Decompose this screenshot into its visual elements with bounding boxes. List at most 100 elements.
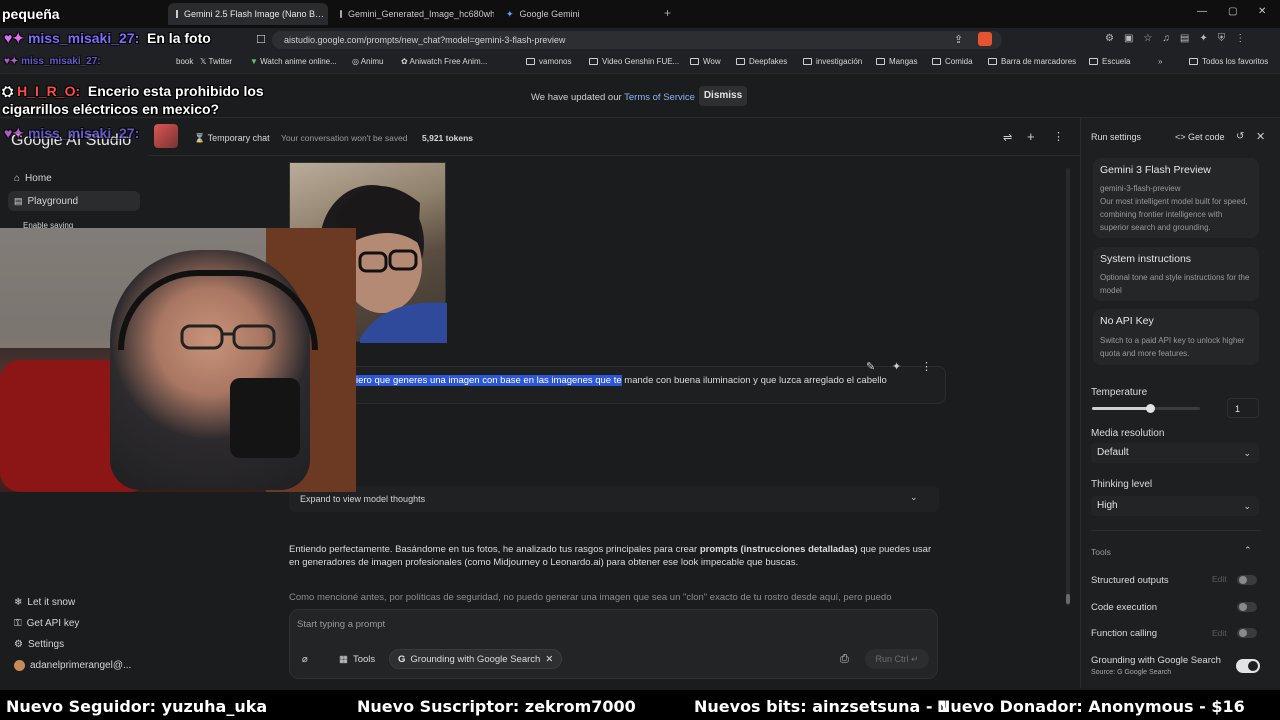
- bookmark-item[interactable]: book: [176, 57, 193, 66]
- bookmark-folder[interactable]: Deepfakes: [736, 57, 787, 66]
- bookmark-folder[interactable]: Video Genshin FUE...: [589, 57, 679, 66]
- eye-off-icon: ⌀: [302, 653, 308, 665]
- bookmark-folder[interactable]: Wow: [690, 57, 721, 66]
- new-tab-icon[interactable]: +: [664, 6, 671, 20]
- maximize-icon[interactable]: ▢: [1228, 6, 1237, 17]
- stream-overlay-word: pequeña: [2, 6, 60, 22]
- chevron-down-icon: ⌄: [1243, 448, 1251, 458]
- tab-generated-image[interactable]: Gemini_Generated_Image_hc680wh… ✕: [332, 3, 494, 25]
- message-more-icon[interactable]: ⋮: [921, 360, 932, 373]
- toggle-visibility-button[interactable]: ⌀: [294, 649, 316, 669]
- temperature-slider[interactable]: [1092, 404, 1200, 413]
- model-answer-paragraph-faded: Como mencioné antes, por políticas de se…: [289, 592, 892, 603]
- terms-link[interactable]: Terms of Service: [624, 92, 695, 103]
- prompt-input[interactable]: Start typing a prompt: [297, 619, 385, 630]
- structured-outputs-edit[interactable]: Edit: [1212, 574, 1227, 584]
- share-icon[interactable]: ⇪: [954, 33, 963, 46]
- bookmark-all-favorites[interactable]: Todos los favoritos: [1189, 57, 1268, 66]
- system-instructions-desc: Optional tone and style instructions for…: [1100, 273, 1250, 295]
- bookmark-folder[interactable]: Barra de marcadores: [988, 57, 1076, 66]
- run-button[interactable]: Run Ctrl ↵: [865, 649, 929, 669]
- chevron-down-icon[interactable]: ⌄: [910, 492, 918, 503]
- tab-google-gemini[interactable]: ✦ Google Gemini: [498, 3, 658, 25]
- google-g-icon: G: [398, 653, 406, 665]
- folder-icon: [526, 58, 535, 65]
- compare-icon[interactable]: ⇌: [1003, 131, 1012, 144]
- stream-chat-message: ♥✦ miss_misaki_27:: [4, 56, 101, 67]
- structured-outputs-label: Structured outputs: [1091, 575, 1169, 586]
- chat-scrollbar[interactable]: [1066, 168, 1070, 606]
- tab-favicon-icon: [340, 10, 342, 18]
- media-resolution-select[interactable]: Default ⌄: [1091, 443, 1259, 463]
- sidebar-item-home[interactable]: ⌂ Home: [14, 173, 52, 184]
- temporary-chat-icon: ⌛: [194, 133, 206, 143]
- extension-icons[interactable]: ⚙▣☆♫▤✦⛨⋮: [1105, 33, 1255, 44]
- tools-button[interactable]: ▦ Tools: [331, 649, 384, 669]
- prompt-input-box[interactable]: [289, 609, 938, 679]
- bookmark-folder[interactable]: investigación: [803, 57, 862, 66]
- new-chat-icon[interactable]: +: [1027, 129, 1035, 144]
- bookmark-item[interactable]: ▼ Watch anime online...: [250, 57, 337, 66]
- key-icon: ⚿: [14, 618, 22, 629]
- chat-thumbnail[interactable]: [154, 124, 178, 148]
- badge-icons: ♥✦: [4, 125, 28, 141]
- function-calling-edit[interactable]: Edit: [1212, 628, 1227, 638]
- sidebar-item-settings[interactable]: ⚙ Settings: [14, 639, 64, 650]
- selected-text: iero que generes una imagen con base en …: [356, 375, 622, 386]
- grounding-label: Grounding with Google Search: [1091, 655, 1221, 666]
- minimize-icon[interactable]: —: [1197, 6, 1207, 17]
- temperature-label: Temperature: [1091, 387, 1148, 398]
- temperature-fill: [1092, 407, 1151, 410]
- thinking-level-label: Thinking level: [1091, 479, 1153, 490]
- bookmark-twitter[interactable]: 𝕏 Twitter: [200, 57, 232, 66]
- structured-outputs-toggle[interactable]: [1237, 575, 1257, 585]
- code-execution-toggle[interactable]: [1237, 602, 1257, 612]
- grounding-toggle[interactable]: [1236, 659, 1260, 673]
- tab-gemini-image[interactable]: Gemini 2.5 Flash Image (Nano B… ✕: [168, 3, 328, 25]
- folder-icon: [932, 58, 941, 65]
- sidebar-item-playground[interactable]: ▤ Playground: [8, 191, 140, 211]
- bookmark-folder[interactable]: Comida: [932, 57, 973, 66]
- terms-notice-text: We have updated our Terms of Service: [531, 92, 695, 103]
- brave-shield-icon[interactable]: [978, 32, 992, 46]
- chevron-up-icon[interactable]: ⌃: [1244, 545, 1252, 556]
- more-options-icon[interactable]: ⋮: [1053, 130, 1064, 143]
- temperature-value-input[interactable]: 1: [1227, 398, 1259, 418]
- close-window-icon[interactable]: ✕: [1258, 6, 1266, 17]
- url-field[interactable]: aistudio.google.com/prompts/new_chat?mod…: [272, 31, 1002, 49]
- sidebar-item-let-it-snow[interactable]: ❄ Let it snow: [14, 597, 75, 608]
- remove-chip-icon[interactable]: ✕: [545, 654, 553, 665]
- grid-icon: ▦: [339, 653, 348, 665]
- sidebar-account[interactable]: adanelprimerangel@...: [14, 660, 131, 671]
- url-text: aistudio.google.com/prompts/new_chat?mod…: [284, 35, 566, 45]
- close-panel-icon[interactable]: ✕: [1256, 130, 1265, 143]
- reset-icon[interactable]: ↺: [1236, 131, 1244, 142]
- thinking-level-select[interactable]: High ⌄: [1091, 496, 1259, 516]
- temporary-chat-label: ⌛ Temporary chat: [194, 133, 270, 143]
- folder-icon: [803, 58, 812, 65]
- bookmark-star-icon[interactable]: ☐: [256, 33, 266, 46]
- code-icon: <>: [1175, 132, 1186, 142]
- attach-file-icon[interactable]: ⎙: [840, 653, 849, 666]
- stream-chat-message: ⛭ H_I_R_O: Encerio esta prohibido los ci…: [2, 83, 264, 117]
- function-calling-toggle[interactable]: [1237, 628, 1257, 638]
- bookmark-folder[interactable]: Mangas: [876, 57, 917, 66]
- globe-icon: ◎: [352, 57, 361, 66]
- bookmark-item[interactable]: ◎ Animu: [352, 57, 383, 66]
- get-code-button[interactable]: <> Get code: [1175, 132, 1225, 142]
- bookmark-folder[interactable]: vamonos: [526, 57, 571, 66]
- dismiss-button[interactable]: Dismiss: [699, 86, 747, 106]
- user-prompt-text[interactable]: iero que generes una imagen con base en …: [356, 375, 887, 386]
- edit-icon[interactable]: ✎: [866, 360, 875, 373]
- sidebar-item-get-api-key[interactable]: ⚿ Get API key: [14, 618, 79, 629]
- snowflake-icon: ❄: [14, 597, 23, 608]
- rerun-spark-icon[interactable]: ✦: [892, 360, 901, 373]
- bookmark-item[interactable]: ✿ Aniwatch Free Anim...: [401, 57, 487, 66]
- scrollbar-thumb[interactable]: [1066, 594, 1070, 604]
- media-resolution-label: Media resolution: [1091, 428, 1165, 439]
- folder-icon: [988, 58, 997, 65]
- grounding-chip[interactable]: G Grounding with Google Search ✕: [389, 649, 563, 669]
- bookmark-folder[interactable]: Escuela: [1089, 57, 1130, 66]
- more-bookmarks-icon[interactable]: »: [1158, 57, 1162, 66]
- folder-icon: [876, 58, 885, 65]
